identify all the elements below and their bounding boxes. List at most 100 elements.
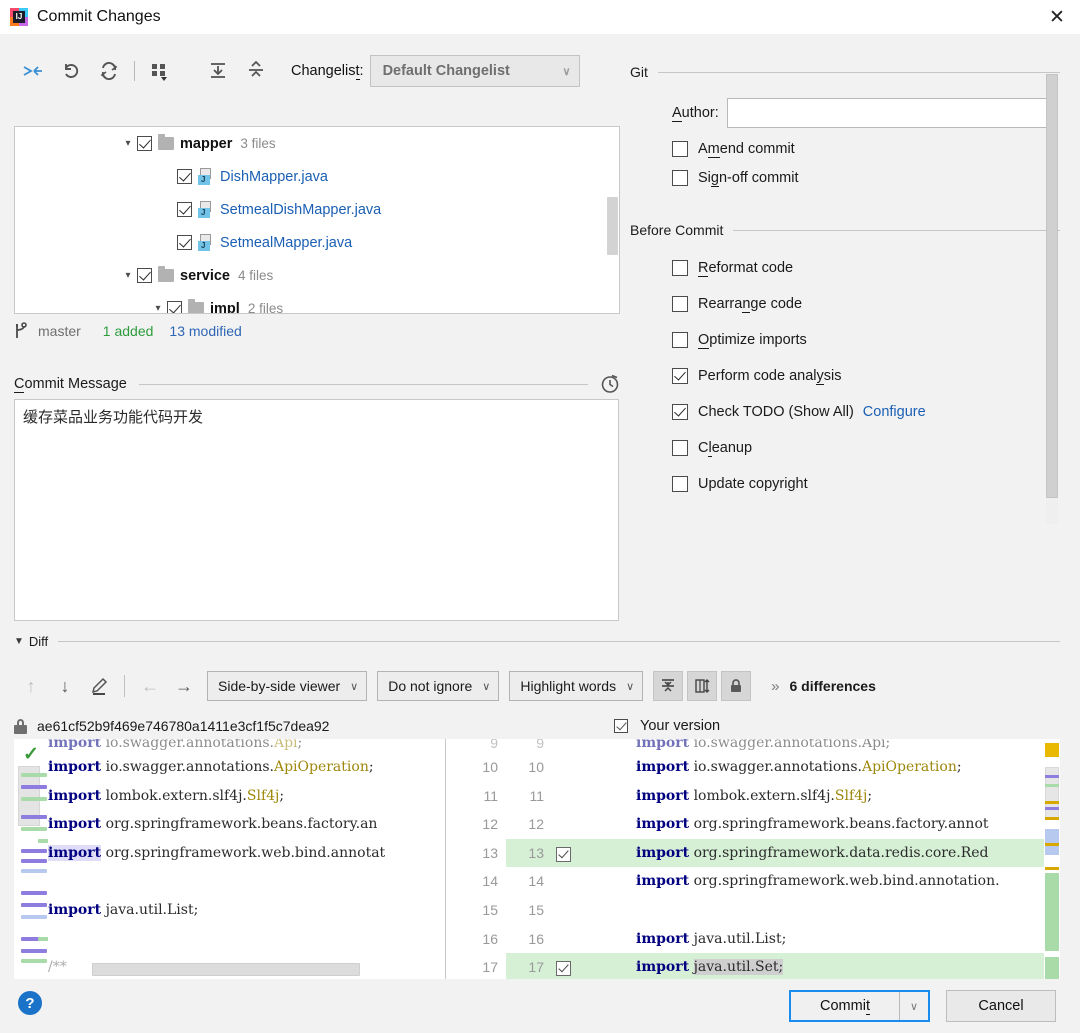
optimize-imports-checkbox[interactable]: Optimize imports [672,332,1080,349]
line-number: 14 [482,873,498,890]
group-by-icon[interactable] [141,54,179,88]
changes-toolbar: Changelist: Default Changelist ∨ [14,52,620,90]
your-version-header[interactable]: Your version [614,718,720,734]
changed-files-tree[interactable]: ▾ mapper 3 files J DishMapper.java J Set… [14,126,620,314]
close-icon[interactable]: ✕ [1034,0,1080,34]
diff-line: import org.springframework.beans.factory… [636,816,989,833]
clock-history-icon[interactable] [600,374,620,394]
refresh-icon[interactable] [90,54,128,88]
tree-row[interactable]: ▾ mapper 3 files [15,127,619,160]
sign-off-commit-label: Sign-off commit [698,170,799,187]
diff-left-horizontal-scrollbar[interactable] [92,963,360,976]
gutter-marker [21,814,47,819]
added-count: 1 added [102,323,154,339]
chevron-down-icon[interactable]: ▾ [149,300,167,313]
configure-todo-link[interactable]: Configure [863,404,926,420]
checkbox-box[interactable] [672,368,688,384]
tree-scrollbar[interactable] [607,197,618,255]
diff-overview-strip[interactable] [1044,739,1060,979]
checkbox-box[interactable] [672,141,688,157]
options-panel-scrollbar[interactable] [1046,74,1058,524]
ignore-mode-combobox[interactable]: Do not ignore ∨ [377,671,500,701]
collapse-unchanged-icon[interactable] [653,671,684,701]
checkbox-box[interactable] [672,332,688,348]
checkbox-box[interactable] [672,440,688,456]
tree-checkbox[interactable] [167,301,182,313]
highlight-mode-combobox[interactable]: Highlight words ∨ [509,671,644,701]
help-icon[interactable]: ? [18,991,42,1015]
your-version-checkbox[interactable] [614,719,628,733]
expand-all-icon[interactable] [199,54,237,88]
reformat-code-checkbox[interactable]: Reformat code [672,260,1080,277]
update-copyright-checkbox[interactable]: Update copyright [672,476,1080,492]
amend-commit-checkbox[interactable]: Amend commit [672,141,1080,158]
diff-line: import java.util.List; [636,930,787,947]
collapse-selection-icon[interactable] [14,54,52,88]
tree-node-label: impl [210,300,240,314]
sign-off-commit-checkbox[interactable]: Sign-off commit [672,170,1080,187]
checkbox-box[interactable] [672,296,688,312]
cancel-button[interactable]: Cancel [946,990,1056,1022]
scrollbar-thumb[interactable] [1046,74,1058,498]
more-icon[interactable]: » [771,678,779,695]
checkbox-box[interactable] [672,170,688,186]
intellij-idea-icon: IJ [10,8,28,26]
commit-message-input[interactable]: 缓存菜品业务功能代码开发 [14,399,619,621]
chevron-down-icon[interactable]: ▾ [119,135,137,153]
tree-row[interactable]: ▾ service 4 files [15,259,619,292]
commit-button-group[interactable]: Commi t ∨ [789,990,930,1022]
checkbox-box[interactable] [672,476,688,492]
accept-change-checkbox[interactable] [555,846,571,862]
tree-row[interactable]: J SetmealMapper.java [15,226,619,259]
line-number: 15 [528,901,544,918]
tree-node-label: mapper [180,135,233,152]
accept-change-checkbox[interactable] [555,960,571,976]
diff-left-pane[interactable]: import io.swagger.annotations.Api; impor… [48,739,446,979]
revert-icon[interactable] [52,54,90,88]
checkbox-box[interactable] [672,404,688,420]
diff-revision-row: ae61cf52b9f469e746780a1411e3cf1f5c7dea92… [14,714,1064,738]
commit-button[interactable]: Commi t [791,992,899,1020]
diff-line: import java.util.List; [48,901,199,918]
author-field[interactable] [726,98,1052,128]
gutter-marker [21,796,47,801]
chevron-down-icon[interactable]: ▼ [14,636,24,647]
folder-icon [158,134,174,150]
tree-row[interactable]: J DishMapper.java [15,160,619,193]
rearrange-code-checkbox[interactable]: Rearrange code [672,296,1080,313]
tree-row[interactable]: J SetmealDishMapper.java [15,193,619,226]
cleanup-checkbox[interactable]: Cleanup [672,440,1080,457]
changelist-combobox[interactable]: Default Changelist ∨ [369,55,580,87]
check-todo-checkbox[interactable]: Check TODO (Show All) Configure [672,404,1080,420]
commit-dropdown-chevron-down-icon[interactable]: ∨ [900,992,928,1020]
arrow-right-icon[interactable]: → [167,671,201,701]
arrow-down-icon[interactable]: ↓ [48,671,82,701]
tree-checkbox[interactable] [137,136,152,151]
tree-checkbox[interactable] [177,202,192,217]
diff-right-pane[interactable]: import io.swagger.annotations.Api; impor… [626,739,1060,979]
chevron-down-icon: ∨ [350,680,359,693]
lock-icon[interactable] [721,671,752,701]
viewer-mode-combobox[interactable]: Side-by-side viewer ∨ [207,671,368,701]
chevron-down-icon[interactable]: ▾ [119,267,137,285]
checkbox-box[interactable] [672,260,688,276]
arrow-left-icon[interactable]: ← [133,671,167,701]
overview-marker [1045,817,1059,820]
pencil-icon[interactable] [82,671,116,701]
tree-node-label: DishMapper.java [220,168,328,185]
sync-scroll-icon[interactable] [687,671,718,701]
line-number: 13 [482,844,498,861]
overview-marker [1045,957,1059,979]
tree-checkbox[interactable] [177,169,192,184]
folder-icon [188,299,204,313]
folder-icon [158,266,174,282]
collapse-all-icon[interactable] [237,54,275,88]
arrow-up-icon[interactable]: ↑ [14,671,48,701]
tree-row[interactable]: ▾ impl 2 files [15,292,619,314]
diff-toolbar: ↑ ↓ ← → Side-by-side viewer ∨ Do not ign… [14,668,1064,704]
perform-code-analysis-checkbox[interactable]: Perform code analysis [672,368,1080,385]
tree-checkbox[interactable] [177,235,192,250]
amend-commit-label: Amend commit [698,141,795,158]
diff-section-header[interactable]: ▼ Diff [14,634,1060,649]
tree-checkbox[interactable] [137,268,152,283]
